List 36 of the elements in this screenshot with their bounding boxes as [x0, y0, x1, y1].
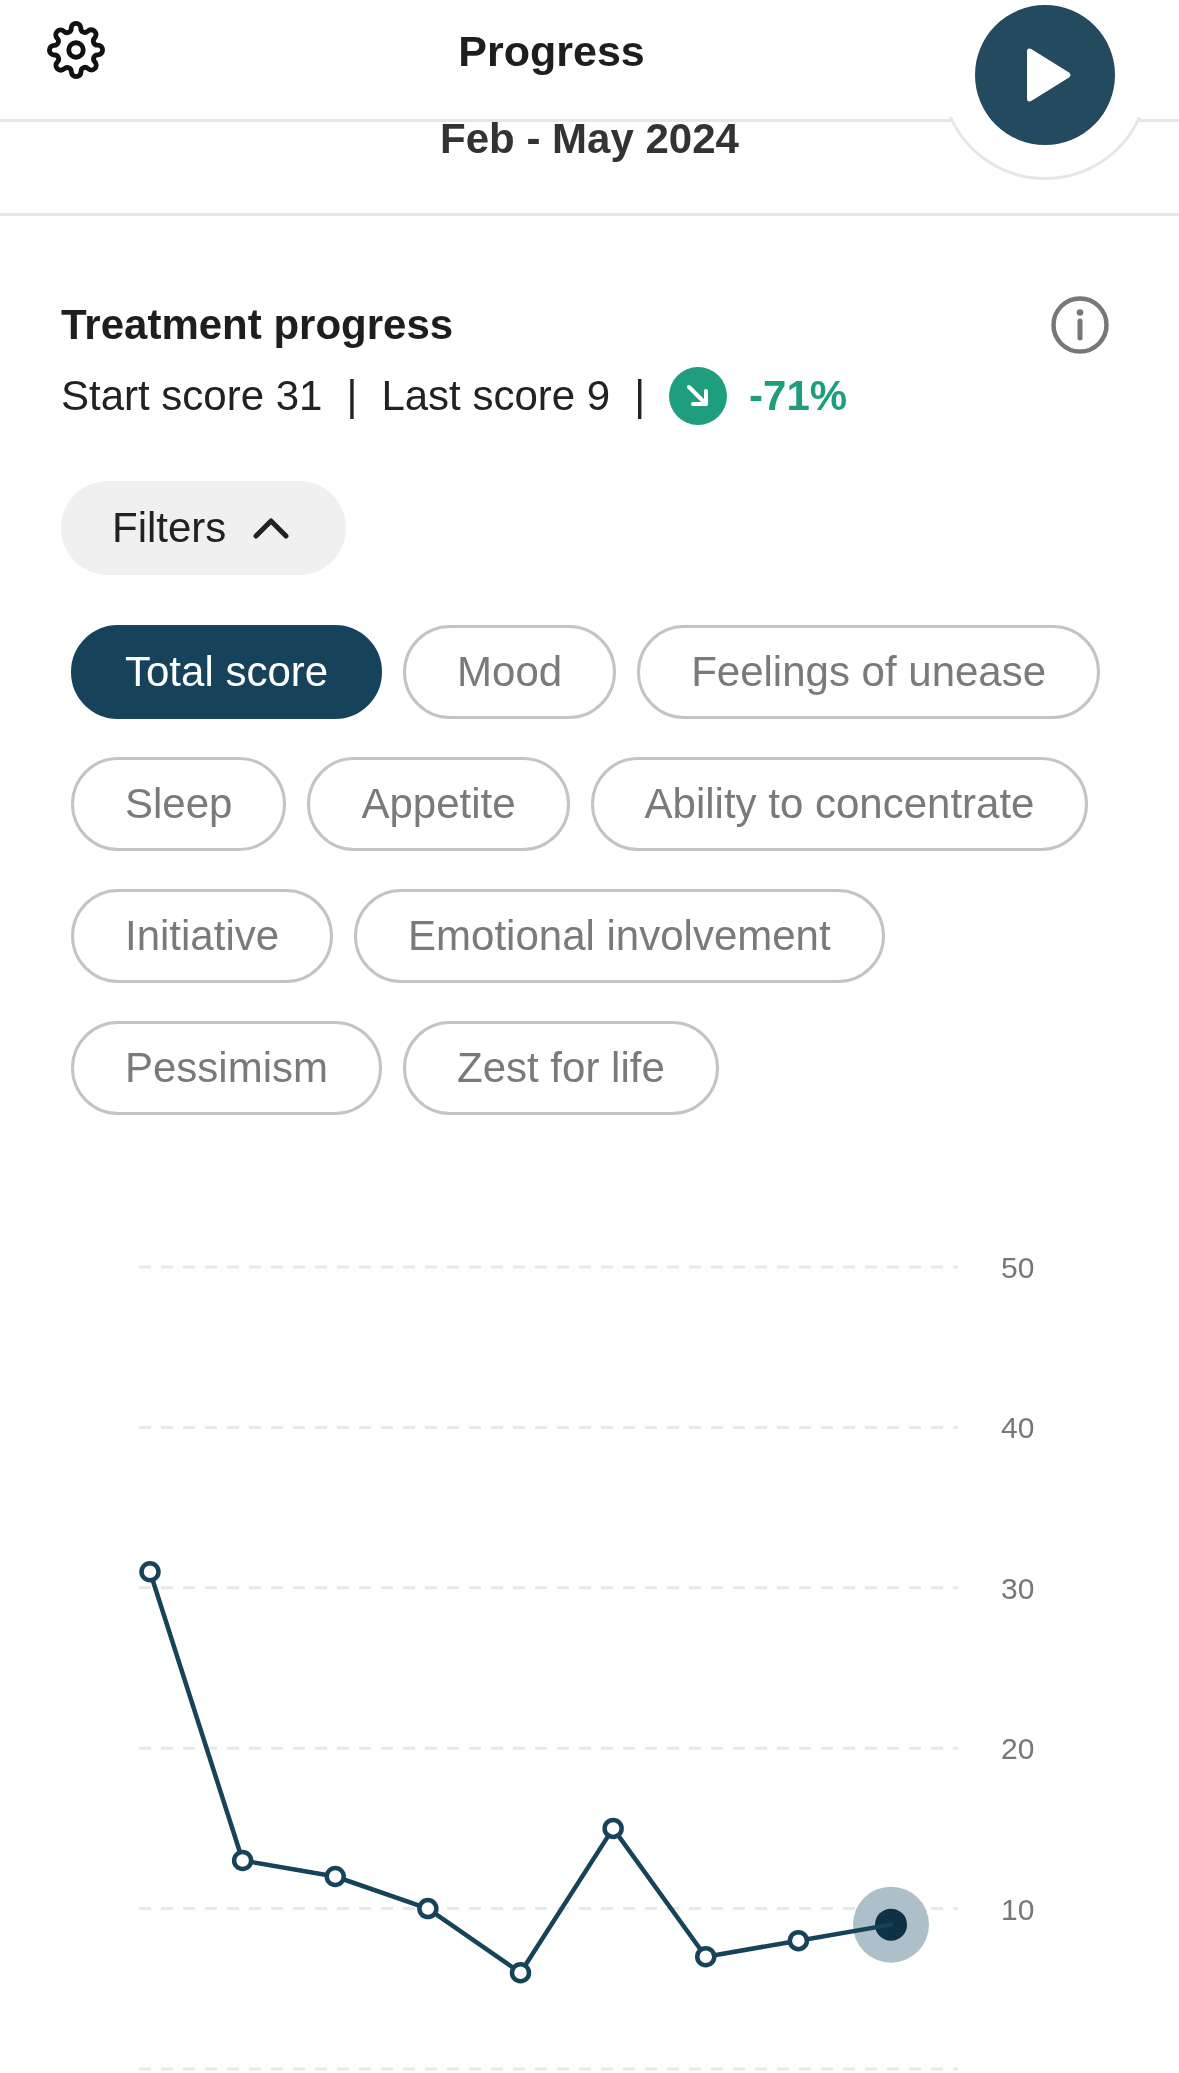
data-point — [139, 1561, 161, 1583]
filter-chip[interactable]: Total score — [71, 625, 383, 719]
separator-text: | — [634, 371, 646, 421]
axis-label: 20 — [1001, 1732, 1035, 1766]
play-icon — [1024, 47, 1072, 103]
filter-chip[interactable]: Sleep — [71, 757, 287, 851]
filter-chip[interactable]: Feelings of unease — [637, 625, 1101, 719]
axis-label: 50 — [1001, 1251, 1035, 1284]
filter-chip[interactable]: Initiative — [71, 889, 334, 983]
filter-chip[interactable]: Pessimism — [71, 1021, 382, 1115]
axis-label: 30 — [1001, 1571, 1035, 1605]
filter-chip[interactable]: Mood — [403, 625, 617, 719]
filter-chip[interactable]: Zest for life — [403, 1021, 719, 1115]
start-score: Start score 31 — [61, 371, 323, 421]
data-point — [324, 1865, 346, 1888]
info-icon[interactable] — [1051, 296, 1109, 354]
data-point — [231, 1849, 254, 1872]
page-title: Progress — [458, 26, 645, 77]
data-point — [875, 1908, 907, 1941]
data-point — [602, 1817, 624, 1840]
filter-chip[interactable]: Appetite — [307, 757, 570, 851]
separator-text: | — [346, 371, 358, 421]
data-point — [509, 1962, 532, 1984]
filter-chip[interactable]: Emotional involvement — [354, 889, 885, 983]
change-percent: -71% — [749, 371, 848, 421]
filter-chip[interactable]: Ability to concentrate — [590, 757, 1089, 851]
data-point — [417, 1897, 439, 1920]
axis-label: 40 — [1001, 1411, 1035, 1445]
last-score: Last score 9 — [381, 371, 611, 421]
data-point — [787, 1929, 810, 1952]
axis-label: 10 — [1001, 1892, 1035, 1926]
section-title: Treatment progress — [61, 300, 454, 350]
settings-icon[interactable] — [47, 21, 105, 79]
data-point — [695, 1945, 717, 1968]
chevron-icon — [253, 517, 290, 539]
filters-button[interactable]: Filters — [61, 481, 347, 575]
